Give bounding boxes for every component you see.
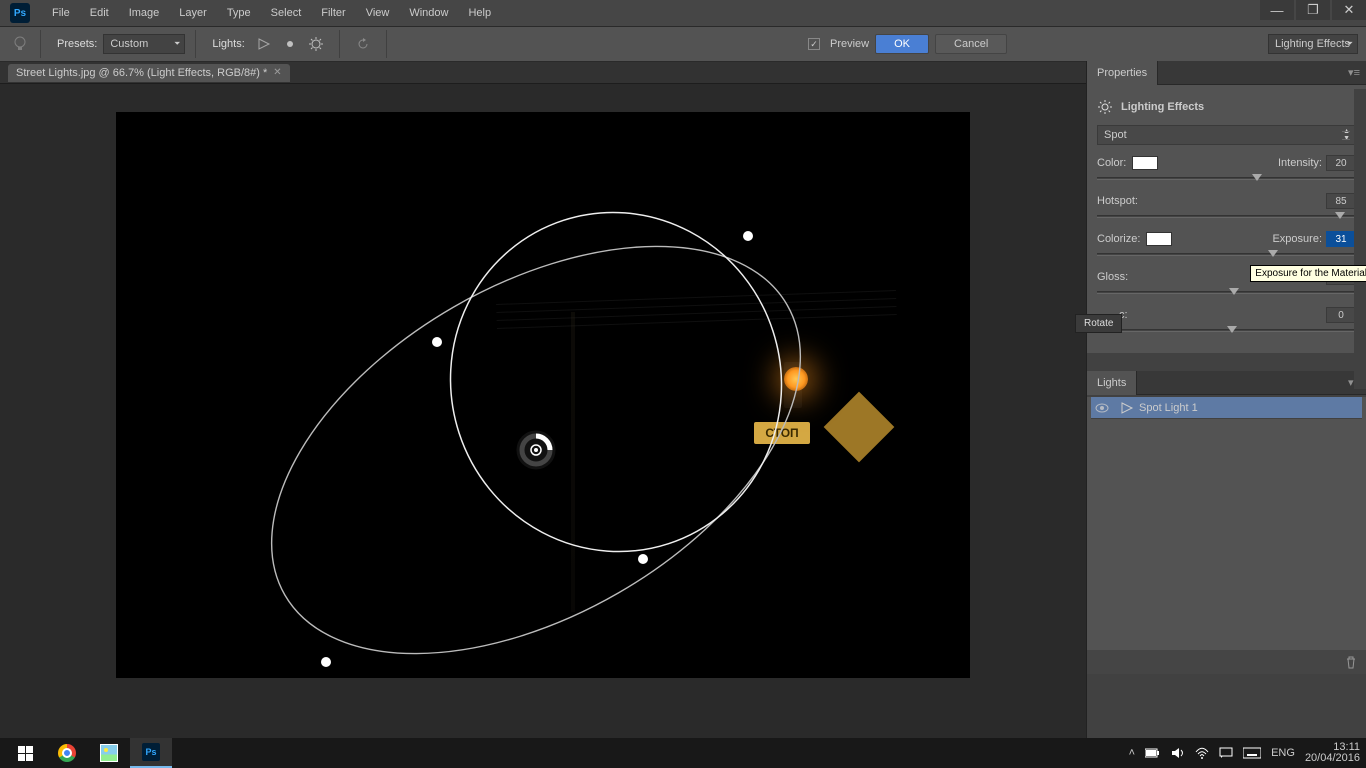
lights-label: Lights: xyxy=(212,38,244,50)
panel-scrollbar[interactable] xyxy=(1354,89,1366,389)
filter-name-dropdown[interactable]: Lighting Effects xyxy=(1268,34,1358,54)
taskbar-photos[interactable] xyxy=(88,738,130,768)
network-icon[interactable] xyxy=(1195,747,1209,759)
amber-light xyxy=(784,367,808,391)
taskbar: Ps ˄ ENG 13:11 20/04/2016 xyxy=(0,738,1366,768)
ok-button[interactable]: OK xyxy=(875,34,929,54)
window-restore[interactable]: ❐ xyxy=(1296,0,1330,20)
app-logo: Ps xyxy=(10,3,30,23)
menu-bar: Ps File Edit Image Layer Type Select Fil… xyxy=(0,0,1366,26)
exposure-tooltip: Exposure for the Material xyxy=(1250,265,1366,282)
light-type-dropdown[interactable]: Spot▲▼ xyxy=(1097,125,1356,145)
lights-tab-bar: Lights ▾≡ xyxy=(1087,371,1366,395)
cancel-button[interactable]: Cancel xyxy=(935,34,1007,54)
menu-edit[interactable]: Edit xyxy=(80,0,119,26)
tab-close-icon[interactable]: ✕ xyxy=(273,67,281,78)
properties-panel: Lighting Effects Spot▲▼ Color: Intensity… xyxy=(1087,85,1366,353)
point-light-icon[interactable] xyxy=(279,33,301,55)
stop-sign: СТОП xyxy=(754,422,810,444)
presets-label: Presets: xyxy=(57,38,97,50)
menu-window[interactable]: Window xyxy=(399,0,458,26)
hotspot-value[interactable]: 85 xyxy=(1326,193,1356,209)
exposure-label: Exposure: xyxy=(1272,233,1322,245)
hotspot-label: Hotspot: xyxy=(1097,195,1138,207)
colorize-label: Colorize: xyxy=(1097,233,1140,245)
window-minimize[interactable]: — xyxy=(1260,0,1294,20)
tray-chevron-icon[interactable]: ˄ xyxy=(1129,747,1135,759)
right-panels: Properties ▾≡ Lighting Effects Spot▲▼ Co… xyxy=(1086,61,1366,738)
lights-tab[interactable]: Lights xyxy=(1087,371,1137,395)
metallic-slider[interactable] xyxy=(1097,327,1356,337)
tool-icon xyxy=(10,34,30,54)
language-indicator[interactable]: ENG xyxy=(1271,747,1295,759)
menu-image[interactable]: Image xyxy=(119,0,170,26)
exposure-value[interactable]: 31 xyxy=(1326,231,1356,247)
lights-panel-footer xyxy=(1087,650,1366,674)
system-tray: ˄ ENG 13:11 20/04/2016 xyxy=(1129,742,1366,764)
menu-help[interactable]: Help xyxy=(458,0,501,26)
rotate-tooltip: Rotate xyxy=(1075,314,1122,333)
preview-label: Preview xyxy=(830,38,869,50)
trash-icon[interactable] xyxy=(1344,655,1358,669)
pole xyxy=(571,312,575,612)
color-swatch[interactable] xyxy=(1132,156,1158,170)
menu-view[interactable]: View xyxy=(356,0,400,26)
diamond-sign xyxy=(824,392,895,463)
workspace: СТОП xyxy=(0,84,1086,738)
spot-light-icon[interactable] xyxy=(253,33,275,55)
intensity-label: Intensity: xyxy=(1278,157,1322,169)
intensity-slider[interactable] xyxy=(1097,175,1356,185)
taskbar-chrome[interactable] xyxy=(46,738,88,768)
menu-select[interactable]: Select xyxy=(261,0,312,26)
wires xyxy=(496,290,896,305)
menu-file[interactable]: File xyxy=(42,0,80,26)
metallic-value[interactable]: 0 xyxy=(1326,307,1356,323)
lighting-effects-icon xyxy=(1097,99,1113,115)
visibility-icon[interactable] xyxy=(1095,401,1115,415)
infinite-light-icon[interactable] xyxy=(305,33,327,55)
action-center-icon[interactable] xyxy=(1219,747,1233,759)
properties-tab[interactable]: Properties xyxy=(1087,61,1158,85)
menu-filter[interactable]: Filter xyxy=(311,0,355,26)
gloss-label: Gloss: xyxy=(1097,271,1128,283)
panel-menu-icon[interactable]: ▾≡ xyxy=(1342,66,1366,79)
menu-type[interactable]: Type xyxy=(217,0,261,26)
gloss-slider[interactable] xyxy=(1097,289,1356,299)
options-bar: Presets: Custom Lights: ✓ Preview OK Can… xyxy=(0,26,1366,62)
intensity-value[interactable]: 20 xyxy=(1326,155,1356,171)
properties-heading: Lighting Effects xyxy=(1121,101,1204,113)
color-label: Color: xyxy=(1097,157,1126,169)
exposure-slider[interactable] xyxy=(1097,251,1356,261)
volume-icon[interactable] xyxy=(1171,747,1185,759)
document-tab[interactable]: Street Lights.jpg @ 66.7% (Light Effects… xyxy=(8,64,290,82)
reset-icon[interactable] xyxy=(352,33,374,55)
clock[interactable]: 13:11 20/04/2016 xyxy=(1305,742,1360,764)
preview-checkbox[interactable]: ✓ xyxy=(808,38,820,50)
canvas[interactable]: СТОП xyxy=(116,112,970,678)
light-list-item[interactable]: Spot Light 1 xyxy=(1091,397,1362,419)
taskbar-photoshop[interactable]: Ps xyxy=(130,738,172,768)
colorize-swatch[interactable] xyxy=(1146,232,1172,246)
light-gizmo[interactable] xyxy=(116,112,970,678)
battery-icon[interactable] xyxy=(1145,748,1161,758)
keyboard-icon[interactable] xyxy=(1243,747,1261,759)
lights-panel: Spot Light 1 xyxy=(1087,397,1366,674)
light-item-name: Spot Light 1 xyxy=(1139,402,1198,414)
menu-layer[interactable]: Layer xyxy=(169,0,217,26)
spot-light-item-icon xyxy=(1115,401,1139,415)
hotspot-slider[interactable] xyxy=(1097,213,1356,223)
properties-tab-bar: Properties ▾≡ xyxy=(1087,61,1366,85)
window-close[interactable]: ✕ xyxy=(1332,0,1366,20)
start-button[interactable] xyxy=(4,738,46,768)
tab-title: Street Lights.jpg @ 66.7% (Light Effects… xyxy=(16,67,267,79)
presets-dropdown[interactable]: Custom xyxy=(103,34,185,54)
